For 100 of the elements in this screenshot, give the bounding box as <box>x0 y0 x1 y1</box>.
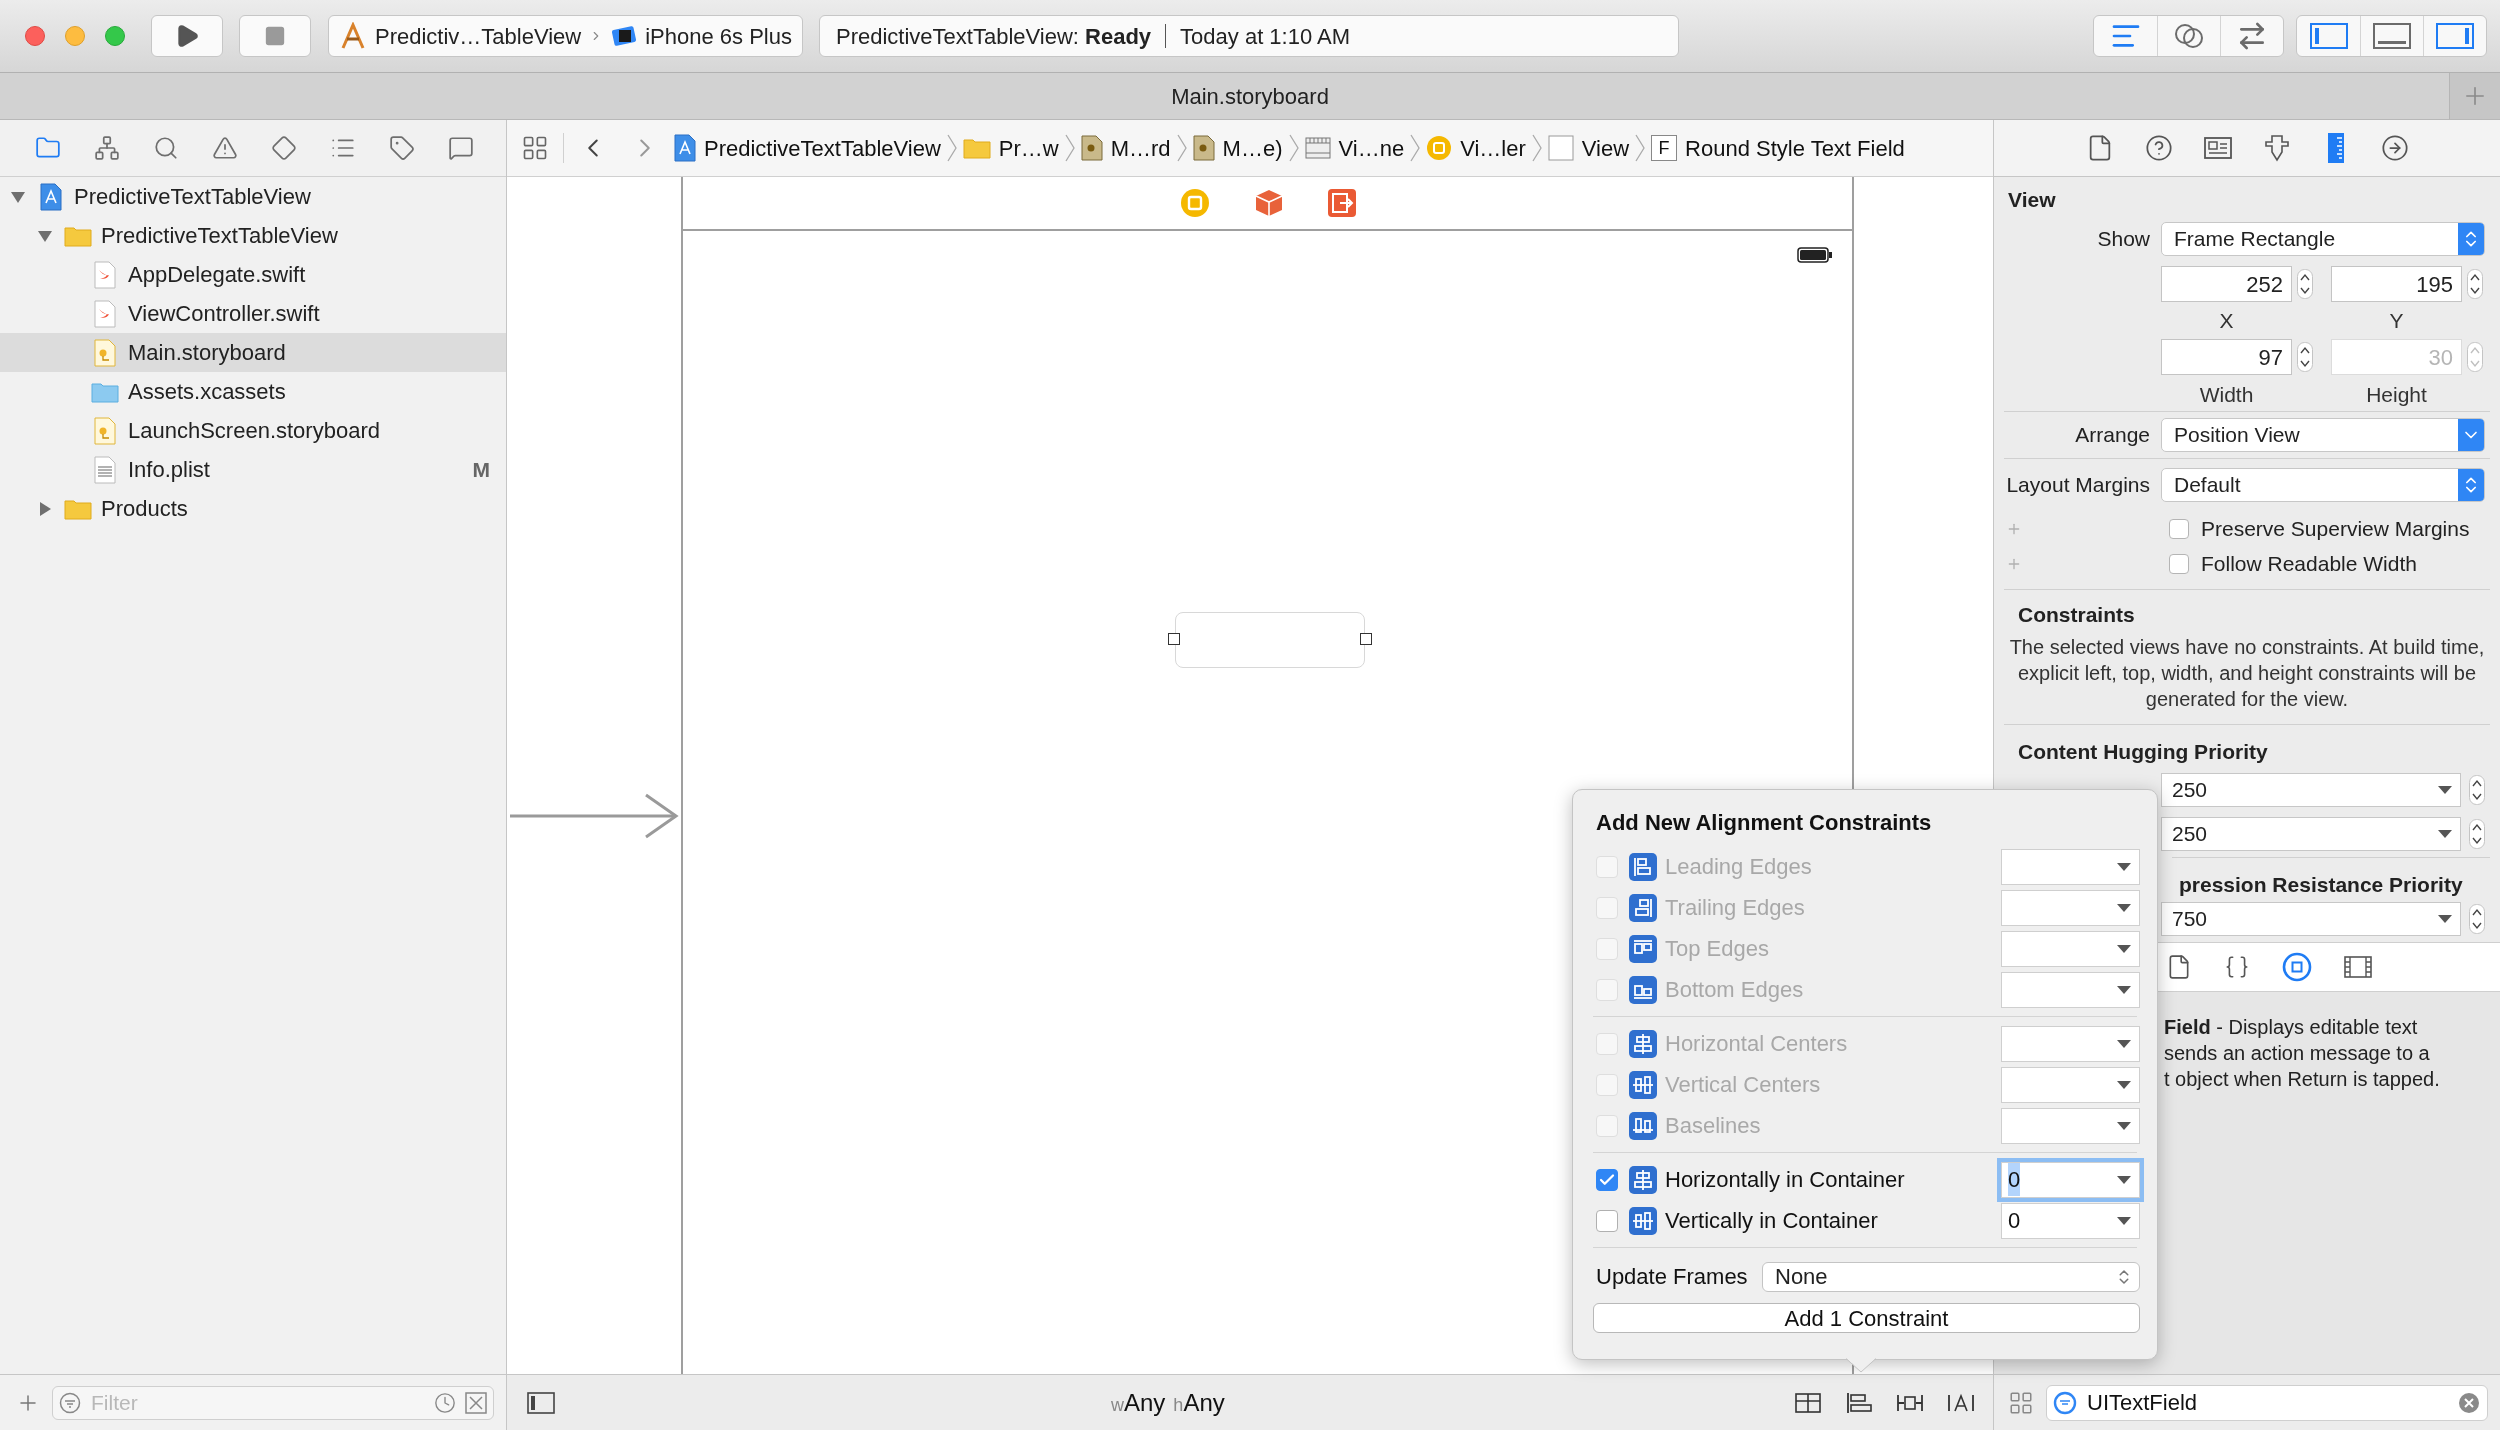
stepper[interactable] <box>2469 775 2485 805</box>
run-button[interactable] <box>151 15 223 57</box>
separator-icon <box>1531 134 1542 162</box>
add-constraint-button[interactable]: Add 1 Constraint <box>1593 1303 2140 1333</box>
grid-icon[interactable] <box>521 134 549 162</box>
priority-combo-box[interactable]: 750 <box>2161 902 2461 936</box>
tree-item[interactable]: Info.plist M <box>0 450 506 489</box>
priority-combo-box[interactable]: 250 <box>2161 773 2461 807</box>
library-tab[interactable] <box>2282 952 2312 982</box>
tree-item[interactable]: LaunchScreen.storyboard <box>0 411 506 450</box>
disclosure-triangle[interactable] <box>37 500 53 517</box>
library-filter-field[interactable]: UITextField <box>2046 1384 2488 1421</box>
breadcrumb[interactable]: M…rd <box>1080 131 1171 165</box>
alignment-icon <box>1629 1111 1657 1140</box>
breadcrumb[interactable]: Vi…ler <box>1426 131 1526 165</box>
breadcrumb[interactable]: Vi…ne <box>1304 131 1405 165</box>
inspector-tab[interactable] <box>2381 134 2409 162</box>
checkbox[interactable] <box>1596 1209 1618 1232</box>
constant-combo-box[interactable]: 0 <box>2001 1202 2140 1239</box>
text-field[interactable] <box>1175 612 1365 668</box>
resize-handle[interactable] <box>1360 633 1372 645</box>
breadcrumb[interactable]: M…e) <box>1192 131 1283 165</box>
checkbox[interactable] <box>1596 1168 1618 1191</box>
stepper[interactable] <box>2297 269 2313 299</box>
field-label: Arrange <box>2074 422 2150 449</box>
sidebar-toggle-icon[interactable] <box>527 1391 555 1414</box>
caret-icon <box>2117 1216 2131 1225</box>
priority-combo-box[interactable]: 250 <box>2161 817 2461 851</box>
assets-folder-icon <box>91 380 119 403</box>
tree-item[interactable]: AppDelegate.swift <box>0 255 506 294</box>
close-box-icon[interactable] <box>465 1391 487 1414</box>
grid-icon[interactable] <box>2008 1389 2034 1416</box>
alignment-icon <box>1629 1206 1657 1235</box>
number-field[interactable]: 97 <box>2161 339 2292 375</box>
exit-icon[interactable] <box>1327 189 1356 217</box>
breadcrumb[interactable]: View <box>1547 131 1630 165</box>
text-field-badge: F <box>1651 135 1678 161</box>
tree-item[interactable]: PredictiveTextTableView <box>0 216 506 255</box>
resize-handle[interactable] <box>1168 633 1180 645</box>
clock-icon[interactable] <box>434 1391 456 1414</box>
inspector-tab[interactable] <box>2263 134 2291 162</box>
checkbox[interactable] <box>2169 553 2189 574</box>
caret-icon <box>2117 944 2131 953</box>
align-icon[interactable] <box>1845 1390 1873 1415</box>
checkbox[interactable] <box>2169 518 2189 539</box>
update-frames-dropdown[interactable]: None <box>1762 1261 2140 1292</box>
tree-item[interactable]: ViewController.swift <box>0 294 506 333</box>
right-panel-icon <box>2436 23 2474 49</box>
warning-icon <box>212 135 238 161</box>
library-tab[interactable] <box>2224 954 2250 980</box>
overlapping-circles-icon <box>2174 23 2204 49</box>
breadcrumb[interactable]: PredictiveTextTableView <box>674 131 941 165</box>
swift-file-icon <box>94 299 116 328</box>
table-file-icon <box>94 455 116 484</box>
navigator-tab[interactable] <box>35 135 61 161</box>
number-field[interactable]: 252 <box>2161 266 2292 302</box>
navigator-tab[interactable] <box>389 135 415 161</box>
stepper[interactable] <box>2469 904 2485 934</box>
show-dropdown[interactable]: Frame Rectangle <box>2161 222 2485 256</box>
navigator-tab[interactable] <box>94 135 120 161</box>
cube-icon[interactable] <box>1254 189 1283 217</box>
navigator-tab[interactable] <box>271 135 297 161</box>
stepper[interactable] <box>2469 819 2485 849</box>
inspector-tab[interactable] <box>2204 136 2232 160</box>
library-tab[interactable] <box>2344 955 2372 979</box>
navigator-tab[interactable] <box>448 135 474 161</box>
editor-tab[interactable]: Main.storyboard <box>1171 79 1329 113</box>
stop-button[interactable] <box>239 15 311 57</box>
slider-icon <box>2264 134 2290 162</box>
tree-item[interactable]: Assets.xcassets <box>0 372 506 411</box>
field-label: Layout Margins <box>2005 472 2150 499</box>
arrange-dropdown[interactable]: Position View <box>2161 418 2485 452</box>
stack-icon[interactable] <box>1794 1390 1822 1415</box>
navigator-tab[interactable] <box>153 135 179 161</box>
filter-field[interactable]: Filter <box>52 1385 494 1420</box>
storyboard-file-icon <box>94 338 116 367</box>
breadcrumb[interactable]: Pr…w <box>962 131 1059 165</box>
stepper[interactable] <box>2467 269 2483 299</box>
separator-icon <box>1635 134 1646 162</box>
field-label: Height <box>2365 382 2428 408</box>
layout-margins-dropdown[interactable]: Default <box>2161 468 2485 502</box>
tree-item[interactable]: PredictiveTextTableView <box>0 177 506 216</box>
field-label: Update Frames <box>1595 1263 1748 1291</box>
film-icon <box>2344 955 2372 979</box>
close-button[interactable] <box>25 26 45 46</box>
stepper[interactable] <box>2297 342 2313 372</box>
navigator-tab[interactable] <box>212 135 238 161</box>
device-button[interactable]: iPhone 6s Plus <box>611 19 792 53</box>
clear-icon[interactable] <box>2458 1391 2480 1414</box>
inspector-tab[interactable] <box>2145 134 2173 162</box>
size-class-button[interactable]: wAny hAny <box>1111 1384 1225 1421</box>
tree-item[interactable]: Products <box>0 489 506 528</box>
field-label: Show <box>2096 226 2150 253</box>
hammer-app-icon <box>339 22 367 50</box>
breadcrumb[interactable]: F Round Style Text Field <box>1651 131 1905 165</box>
number-field[interactable]: 195 <box>2331 266 2462 302</box>
scheme-button[interactable]: Predictiv…TableView <box>339 19 582 53</box>
tree-item[interactable]: Main.storyboard <box>0 333 506 372</box>
zoom-button[interactable] <box>105 26 125 46</box>
caret-icon <box>2438 915 2452 923</box>
